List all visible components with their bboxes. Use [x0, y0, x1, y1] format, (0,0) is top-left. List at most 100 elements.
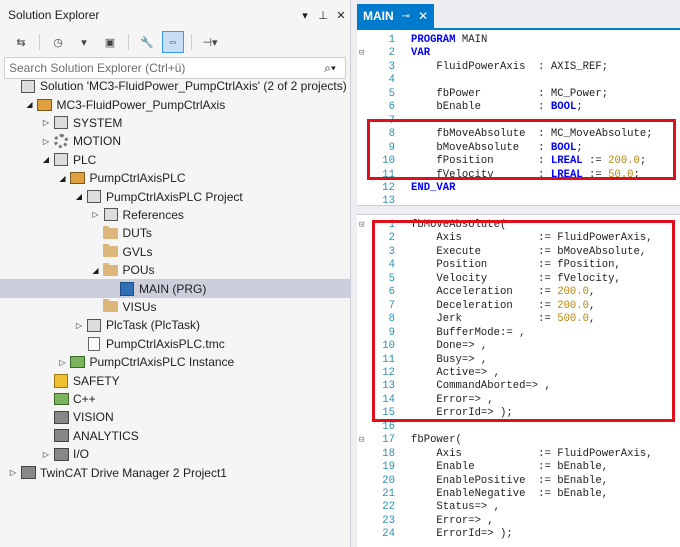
code-line[interactable]: 7 — [357, 115, 680, 129]
code-line[interactable]: 16 — [357, 421, 680, 435]
code-line[interactable]: 8 fbMoveAbsolute : MC_MoveAbsolute; — [357, 128, 680, 142]
code-line[interactable]: 2 ⊟ VAR — [357, 47, 680, 61]
keyword-token: VAR — [411, 47, 431, 60]
tree-item-label: GVLs — [122, 244, 153, 259]
code-line[interactable]: 7 Deceleration := 200.0, — [357, 300, 680, 314]
fold-toggle-icon[interactable]: ⊟ — [359, 219, 369, 233]
tree-item[interactable]: ▷ PumpCtrlAxisPLC Instance — [0, 353, 351, 371]
properties-wrench-icon[interactable]: 🔧 — [136, 31, 158, 53]
code-line[interactable]: 10 Done=> , — [357, 340, 680, 354]
declaration-editor[interactable]: 1 PROGRAM MAIN 2 ⊟ VAR 3 FluidPowerAxis : AXI… — [357, 30, 680, 205]
code-token: Active=> , — [411, 366, 501, 379]
code-line[interactable]: 2 Axis := FluidPowerAxis, — [357, 232, 680, 246]
collapse-all-icon[interactable]: ▣ — [99, 31, 121, 53]
tree-item[interactable]: ▷ I/O — [0, 445, 351, 463]
code-line[interactable]: 14 Error=> , — [357, 394, 680, 408]
tree-item[interactable]: ◢ POUs — [0, 261, 351, 279]
folder-icon-shape — [103, 244, 118, 258]
code-line[interactable]: 1 PROGRAM MAIN — [357, 34, 680, 48]
editor-splitter[interactable] — [357, 205, 680, 215]
expanded-arrow-icon[interactable]: ◢ — [91, 266, 101, 275]
collapsed-arrow-icon[interactable]: ▷ — [58, 358, 68, 367]
code-token: bMoveAbsolute : — [411, 141, 551, 154]
tree-item[interactable]: ◢ PumpCtrlAxisPLC — [0, 169, 351, 187]
expanded-arrow-icon[interactable]: ◢ — [58, 174, 68, 183]
search-icon[interactable]: ⌕▾ — [315, 61, 345, 76]
tree-item[interactable]: ▷ MOTION — [0, 132, 351, 150]
history-icon[interactable]: ◷ — [47, 31, 69, 53]
code-line[interactable]: 5 fbPower : MC_Power; — [357, 88, 680, 102]
collapsed-arrow-icon[interactable]: ▷ — [41, 118, 51, 127]
expanded-arrow-icon[interactable]: ◢ — [25, 100, 35, 109]
search-input[interactable] — [9, 61, 315, 75]
preview-selected-icon[interactable]: ⇔ — [162, 31, 184, 53]
code-line[interactable]: 6 bEnable : BOOL; — [357, 101, 680, 115]
fold-toggle-icon[interactable]: ⊟ — [359, 47, 369, 61]
pin-icon[interactable]: ⊸ — [402, 11, 410, 22]
switch-views-icon[interactable]: ⇆ — [10, 31, 32, 53]
code-line[interactable]: 4 Position := fPosition, — [357, 259, 680, 273]
tab-main[interactable]: MAIN ⊸ ✕ — [357, 4, 434, 28]
collapsed-arrow-icon[interactable]: ▷ — [74, 321, 84, 330]
tree-item[interactable]: ▷ TwinCAT Drive Manager 2 Project1 — [0, 463, 351, 481]
tree-item[interactable]: Solution 'MC3-FluidPower_PumpCtrlAxis' (… — [0, 77, 351, 95]
code-line[interactable]: 21 EnableNegative := bEnable, — [357, 488, 680, 502]
code-line[interactable]: 12 Active=> , — [357, 367, 680, 381]
code-line[interactable]: 19 Enable := bEnable, — [357, 461, 680, 475]
code-line[interactable]: 9 bMoveAbsolute : BOOL; — [357, 142, 680, 156]
drive-manager-icon — [20, 466, 36, 480]
close-tab-icon[interactable]: ✕ — [418, 9, 428, 23]
tree-item[interactable]: VISUs — [0, 298, 351, 316]
code-line[interactable]: 22 Status=> , — [357, 501, 680, 515]
code-token: MAIN — [455, 34, 488, 46]
code-line[interactable]: 8 Jerk := 500.0, — [357, 313, 680, 327]
dropdown-icon[interactable]: ▾ — [296, 9, 314, 22]
close-icon[interactable]: ✕ — [332, 9, 350, 22]
tree-item[interactable]: VISION — [0, 408, 351, 426]
code-line[interactable]: 6 Acceleration := 200.0, — [357, 286, 680, 300]
collapsed-arrow-icon[interactable]: ▷ — [8, 468, 18, 477]
tree-item[interactable]: ▷ References — [0, 206, 351, 224]
fold-toggle-icon[interactable]: ⊟ — [359, 434, 369, 448]
code-line[interactable]: 17 ⊟ fbPower( — [357, 434, 680, 448]
code-line[interactable]: 5 Velocity := fVelocity, — [357, 273, 680, 287]
expanded-arrow-icon[interactable]: ◢ — [41, 155, 51, 164]
tree-item[interactable]: ▷ PlcTask (PlcTask) — [0, 316, 351, 334]
tree-item[interactable]: ◢ MC3-FluidPower_PumpCtrlAxis — [0, 95, 351, 113]
code-line[interactable]: 11 Busy=> , — [357, 354, 680, 368]
code-line[interactable]: 9 BufferMode:= , — [357, 327, 680, 341]
tree-item[interactable]: DUTs — [0, 224, 351, 242]
code-line[interactable]: 3 FluidPowerAxis : AXIS_REF; — [357, 61, 680, 75]
code-line[interactable]: 15 ErrorId=> ); — [357, 407, 680, 421]
code-line[interactable]: 3 Execute := bMoveAbsolute, — [357, 246, 680, 260]
tree-item[interactable]: ◢ PumpCtrlAxisPLC Project — [0, 187, 351, 205]
code-line[interactable]: 20 EnablePositive := bEnable, — [357, 475, 680, 489]
code-line[interactable]: 18 Axis := FluidPowerAxis, — [357, 448, 680, 462]
chevron-down-icon[interactable]: ▾ — [73, 31, 95, 53]
collapsed-arrow-icon[interactable]: ▷ — [91, 210, 101, 219]
code-line[interactable]: 10 fPosition : LREAL := 200.0; — [357, 155, 680, 169]
tree-item[interactable]: SAFETY — [0, 371, 351, 389]
code-line[interactable]: 12 END_VAR — [357, 182, 680, 196]
expanded-arrow-icon[interactable]: ◢ — [74, 192, 84, 201]
collapsed-arrow-icon[interactable]: ▷ — [41, 137, 51, 146]
code-line[interactable]: 24 ErrorId=> ); — [357, 528, 680, 542]
code-line[interactable]: 1 ⊟ fbMoveAbsolute( — [357, 219, 680, 233]
tree-item[interactable]: GVLs — [0, 243, 351, 261]
code-line[interactable]: 13 — [357, 195, 680, 205]
tree-item[interactable]: PumpCtrlAxisPLC.tmc — [0, 335, 351, 353]
line-number: 12 — [382, 181, 395, 194]
tree-item[interactable]: ▷ SYSTEM — [0, 114, 351, 132]
tree-item[interactable]: ANALYTICS — [0, 427, 351, 445]
tree-item[interactable]: C++ — [0, 390, 351, 408]
implementation-editor[interactable]: 1 ⊟ fbMoveAbsolute(2 Axis := FluidPowerAxi… — [357, 215, 680, 547]
more-options-icon[interactable]: ⊣▾ — [199, 31, 221, 53]
code-line[interactable]: 4 — [357, 74, 680, 88]
code-line[interactable]: 13 CommandAborted=> , — [357, 380, 680, 394]
code-line[interactable]: 11 fVelocity : LREAL := 50.0; — [357, 169, 680, 183]
collapsed-arrow-icon[interactable]: ▷ — [41, 450, 51, 459]
pin-icon[interactable]: ⊥ — [314, 9, 332, 22]
tree-item[interactable]: MAIN (PRG) — [0, 279, 351, 298]
code-line[interactable]: 23 Error=> , — [357, 515, 680, 529]
tree-item[interactable]: ◢ PLC — [0, 151, 351, 169]
